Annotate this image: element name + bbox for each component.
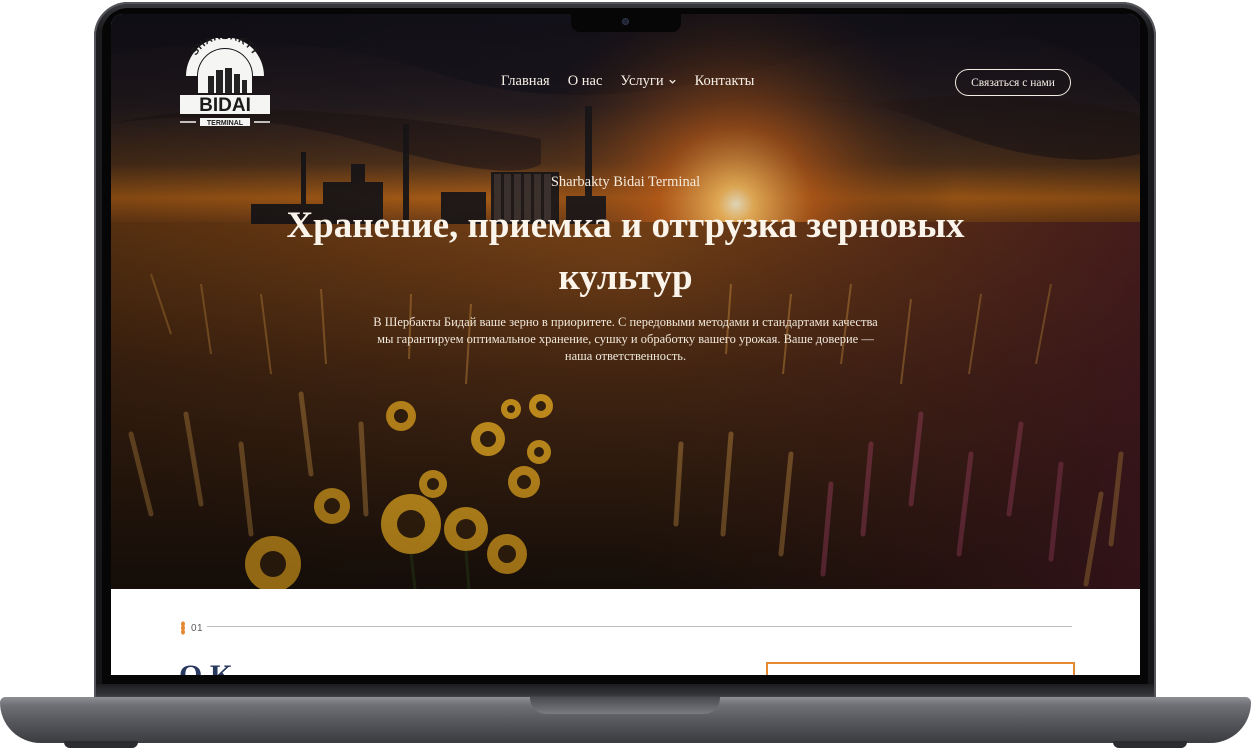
section-marker: 01 bbox=[179, 621, 203, 635]
laptop-foot-right bbox=[1113, 741, 1187, 748]
logo-sub: TERMINAL bbox=[207, 120, 244, 127]
laptop-opening-notch bbox=[530, 697, 720, 714]
main-nav: Главная О нас Услуги Контакты bbox=[501, 73, 754, 90]
section-card bbox=[766, 662, 1075, 675]
nav-label: Главная bbox=[501, 73, 550, 89]
section-number: 01 bbox=[191, 622, 204, 634]
website-screen: SHARBAKTY BIDAI TERMINAL Главная О нас У… bbox=[111, 14, 1140, 675]
hero-description: В Шербакты Бидай ваше зерно в приоритете… bbox=[373, 315, 878, 363]
company-logo[interactable]: SHARBAKTY BIDAI TERMINAL bbox=[178, 38, 272, 128]
nav-label: О нас bbox=[567, 73, 603, 89]
laptop-foot-left bbox=[64, 741, 138, 748]
wheat-icon bbox=[181, 621, 185, 635]
nav-label: Услуги bbox=[620, 73, 664, 89]
section-title: О К bbox=[179, 659, 232, 675]
camera-icon bbox=[622, 18, 629, 25]
chevron-down-icon bbox=[668, 79, 676, 84]
contact-us-button[interactable]: Связаться с нами bbox=[955, 69, 1071, 96]
hero-section: SHARBAKTY BIDAI TERMINAL Главная О нас У… bbox=[111, 14, 1140, 589]
logo-name: BIDAI bbox=[199, 95, 251, 116]
about-section: 01 О К bbox=[111, 589, 1140, 675]
nav-item-about[interactable]: О нас bbox=[568, 73, 603, 90]
nav-item-home[interactable]: Главная bbox=[501, 73, 550, 90]
nav-item-contacts[interactable]: Контакты bbox=[695, 73, 755, 90]
nav-label: Контакты bbox=[694, 73, 755, 89]
hero-headline: Хранение, приемка и отгрузка зерновых ку… bbox=[286, 205, 965, 298]
nav-item-services[interactable]: Услуги bbox=[620, 73, 676, 90]
section-divider bbox=[207, 626, 1072, 627]
hero-eyebrow: Sharbakty Bidai Terminal bbox=[550, 174, 701, 190]
